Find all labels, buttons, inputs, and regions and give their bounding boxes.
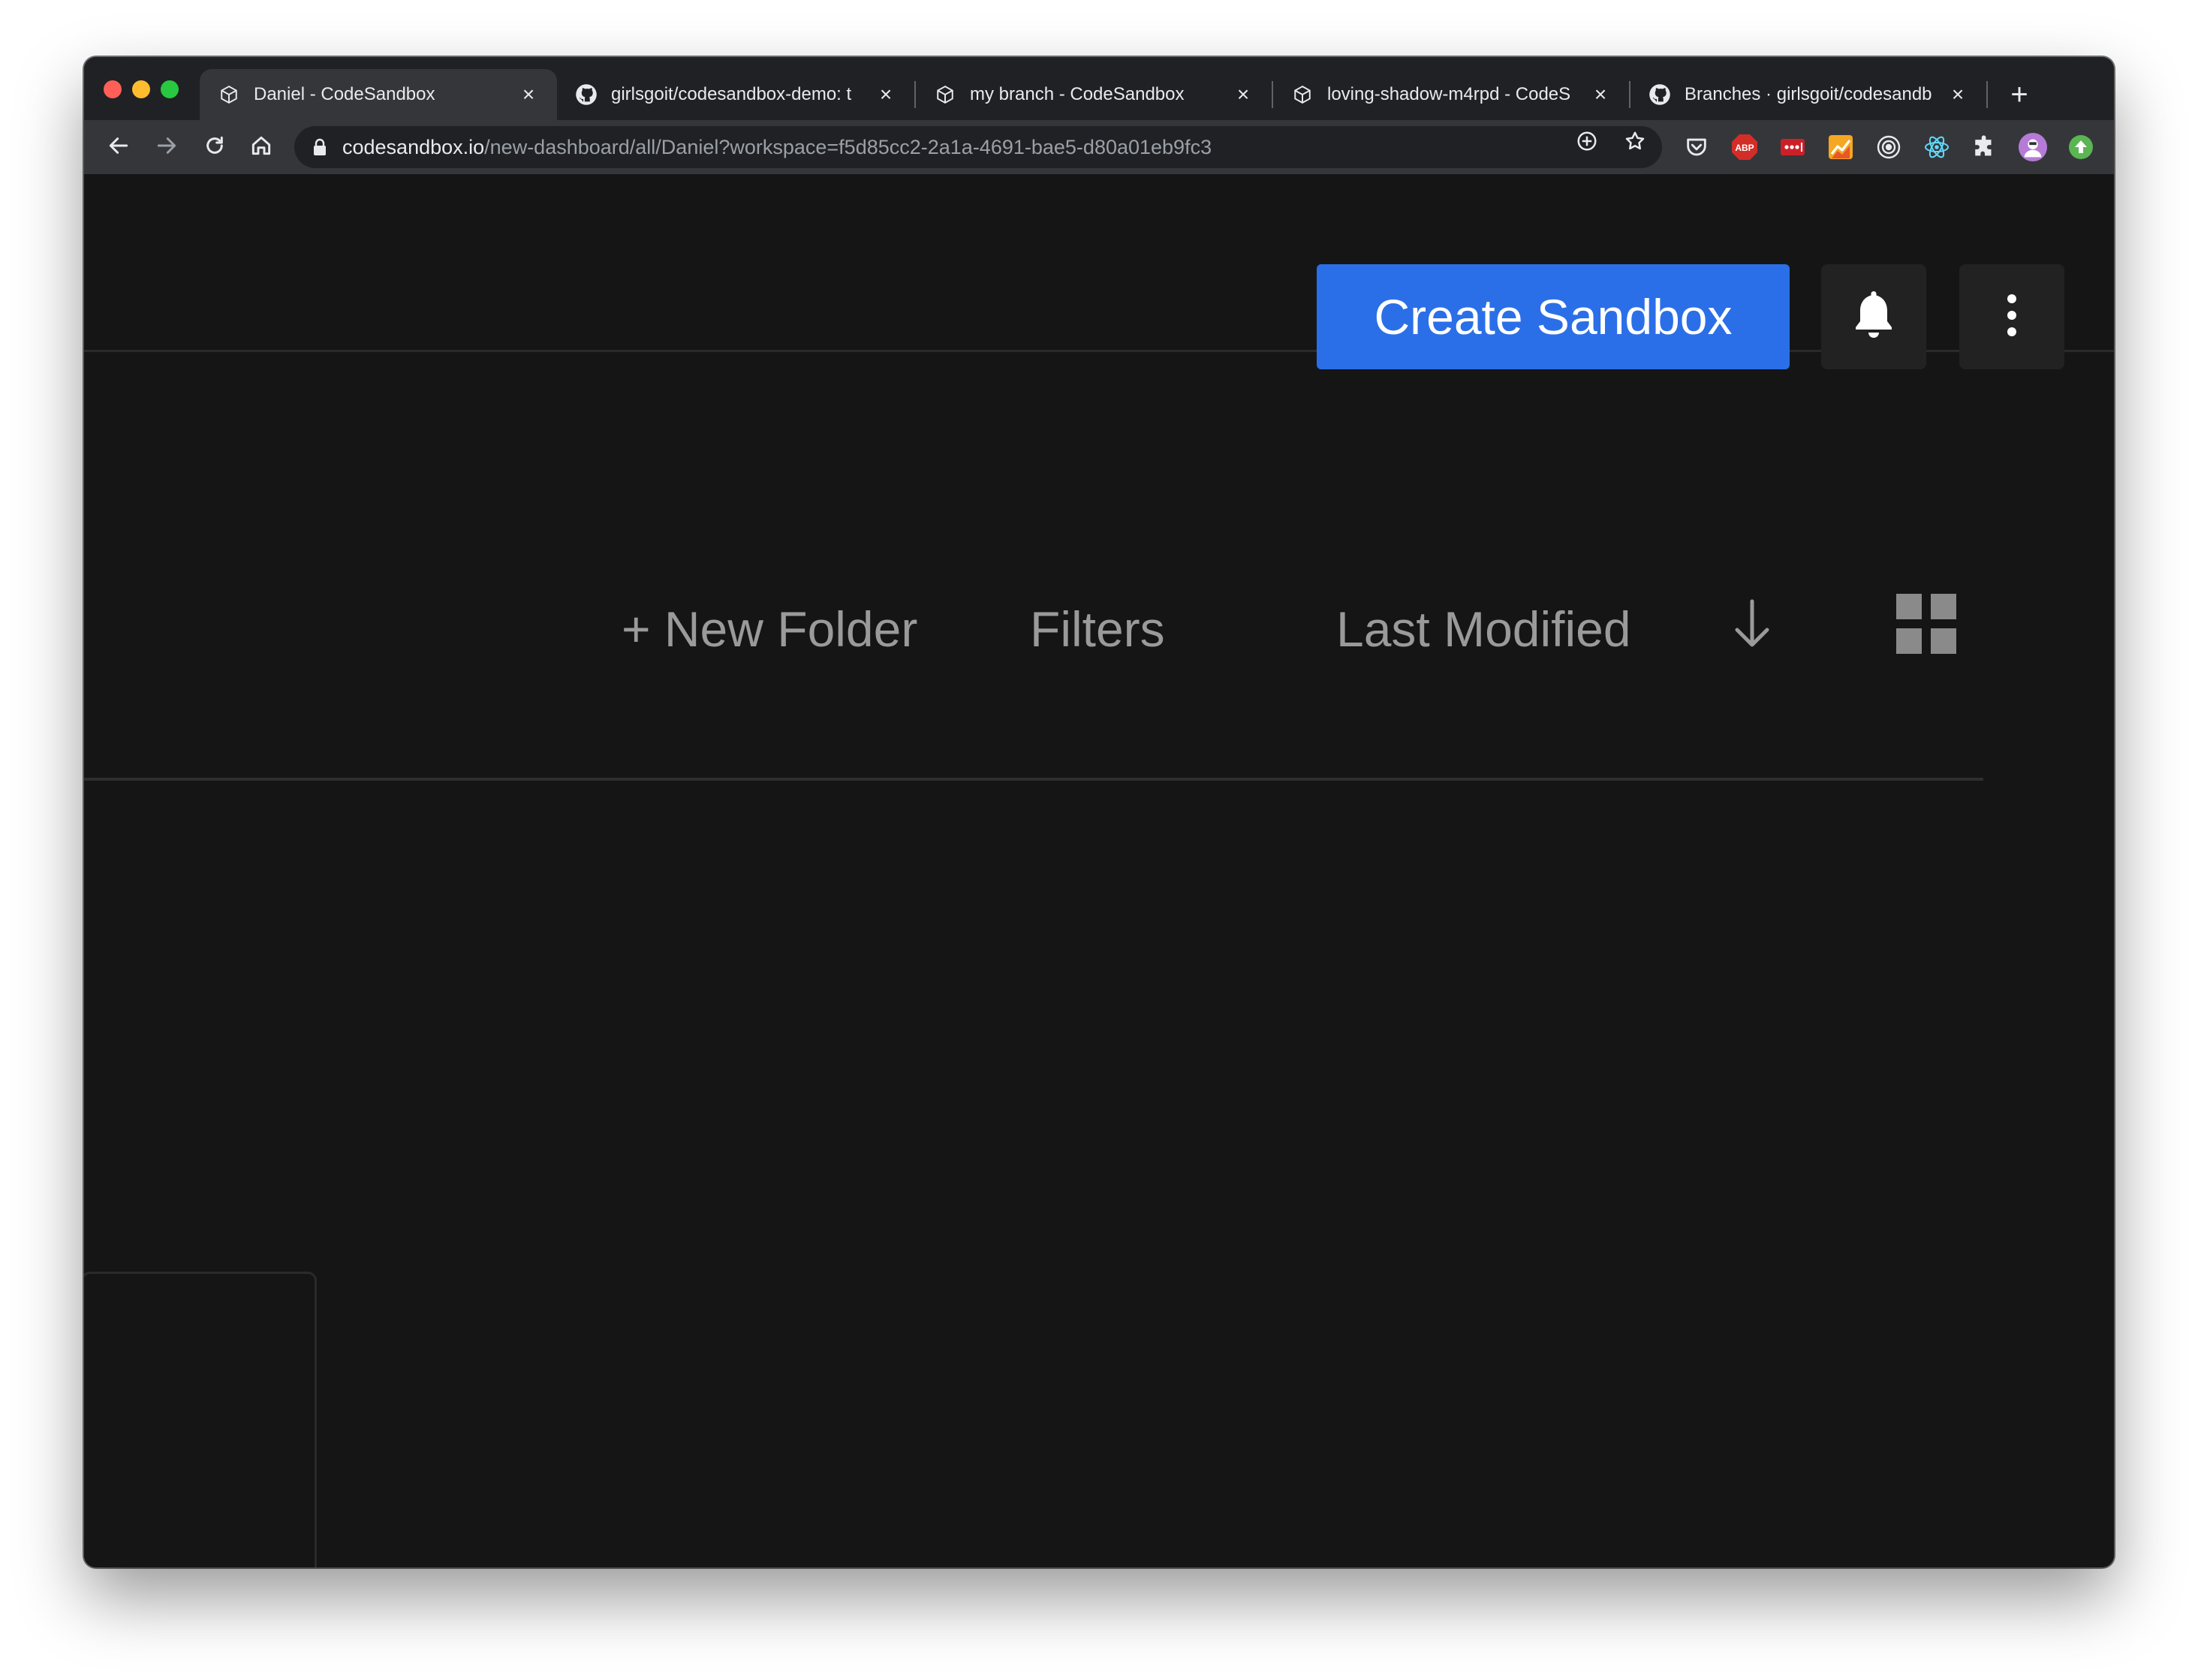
close-tab-icon[interactable]: × xyxy=(1590,83,1611,107)
target-icon[interactable] xyxy=(1874,132,1904,162)
bell-icon xyxy=(1850,288,1898,346)
tab-title: loving-shadow-m4rpd - CodeS xyxy=(1327,84,1571,104)
arrow-down-icon xyxy=(1731,597,1773,662)
profile-avatar[interactable] xyxy=(2018,132,2048,162)
notifications-button[interactable] xyxy=(1821,264,1926,369)
maximize-window-button[interactable] xyxy=(161,80,179,98)
lastpass-icon[interactable] xyxy=(1778,132,1808,162)
forward-button[interactable] xyxy=(150,131,183,164)
github-icon xyxy=(575,83,598,106)
filters-button[interactable]: Filters xyxy=(1030,592,1165,667)
url-host: codesandbox.io xyxy=(342,135,485,158)
more-options-button[interactable] xyxy=(1959,264,2064,369)
address-bar[interactable]: codesandbox.io/new-dashboard/all/Daniel?… xyxy=(294,126,1662,168)
minimize-window-button[interactable] xyxy=(132,80,150,98)
close-tab-icon[interactable]: × xyxy=(1233,83,1254,107)
home-button[interactable] xyxy=(245,131,278,164)
tab-my-branch[interactable]: my branch - CodeSandbox × xyxy=(916,69,1272,120)
reload-icon xyxy=(203,134,227,161)
dashboard-content: Create Sandbox + New Folder Filters Last… xyxy=(84,174,2114,1567)
codesandbox-icon xyxy=(218,83,240,106)
grid-view-button[interactable] xyxy=(1889,592,1964,667)
zoom-plus-icon[interactable] xyxy=(1573,128,1600,155)
tab-title: my branch - CodeSandbox xyxy=(970,84,1185,104)
react-devtools-icon[interactable] xyxy=(1922,132,1952,162)
close-tab-icon[interactable]: × xyxy=(518,83,539,107)
sandbox-card[interactable] xyxy=(84,1272,317,1567)
tab-loving-shadow[interactable]: loving-shadow-m4rpd - CodeS × xyxy=(1273,69,1629,120)
tab-title: girlsgoit/codesandbox-demo: t xyxy=(611,84,852,104)
back-button[interactable] xyxy=(102,131,135,164)
more-vertical-icon xyxy=(2004,291,2019,343)
analytics-icon[interactable] xyxy=(1826,132,1856,162)
puzzle-extensions-icon[interactable] xyxy=(1970,132,2000,162)
close-tab-icon[interactable]: × xyxy=(875,83,896,107)
browser-toolbar: codesandbox.io/new-dashboard/all/Daniel?… xyxy=(84,120,2114,174)
tab-title: Daniel - CodeSandbox xyxy=(254,84,435,104)
tab-daniel-codesandbox[interactable]: Daniel - CodeSandbox × xyxy=(200,69,557,120)
reload-button[interactable] xyxy=(198,131,231,164)
toolbar-divider xyxy=(84,778,1983,781)
codesandbox-icon xyxy=(934,83,956,106)
dashboard-header xyxy=(84,174,2114,352)
sort-direction-button[interactable] xyxy=(1721,592,1784,667)
arrow-right-icon xyxy=(155,134,179,161)
tab-separator xyxy=(1986,81,1988,108)
bookmark-star-icon[interactable] xyxy=(1621,128,1648,155)
codesandbox-icon xyxy=(1291,83,1314,106)
home-icon xyxy=(249,134,273,161)
new-folder-button[interactable]: + New Folder xyxy=(622,592,917,667)
upload-extension-icon[interactable] xyxy=(2066,132,2096,162)
close-window-button[interactable] xyxy=(104,80,122,98)
new-tab-button[interactable]: + xyxy=(2000,75,2039,114)
arrow-left-icon xyxy=(107,134,131,161)
adblock-label: ABP xyxy=(1735,143,1754,153)
github-icon xyxy=(1648,83,1671,106)
grid-view-icon xyxy=(1896,593,1956,665)
adblock-plus-icon[interactable]: ABP xyxy=(1730,132,1760,162)
tab-github-branches[interactable]: Branches · girlsgoit/codesandb × xyxy=(1630,69,1986,120)
url-path: /new-dashboard/all/Daniel?workspace=f5d8… xyxy=(484,135,1212,158)
sort-order-button[interactable]: Last Modified xyxy=(1336,592,1631,667)
tab-github-demo[interactable]: girlsgoit/codesandbox-demo: t × xyxy=(557,69,914,120)
lock-icon xyxy=(312,137,330,158)
close-tab-icon[interactable]: × xyxy=(1947,83,1968,107)
pocket-icon[interactable] xyxy=(1682,132,1712,162)
create-sandbox-button[interactable]: Create Sandbox xyxy=(1317,264,1790,369)
browser-window: Daniel - CodeSandbox × girlsgoit/codesan… xyxy=(84,57,2114,1567)
tab-strip: Daniel - CodeSandbox × girlsgoit/codesan… xyxy=(84,57,2114,120)
tab-title: Branches · girlsgoit/codesandb xyxy=(1685,84,1932,104)
